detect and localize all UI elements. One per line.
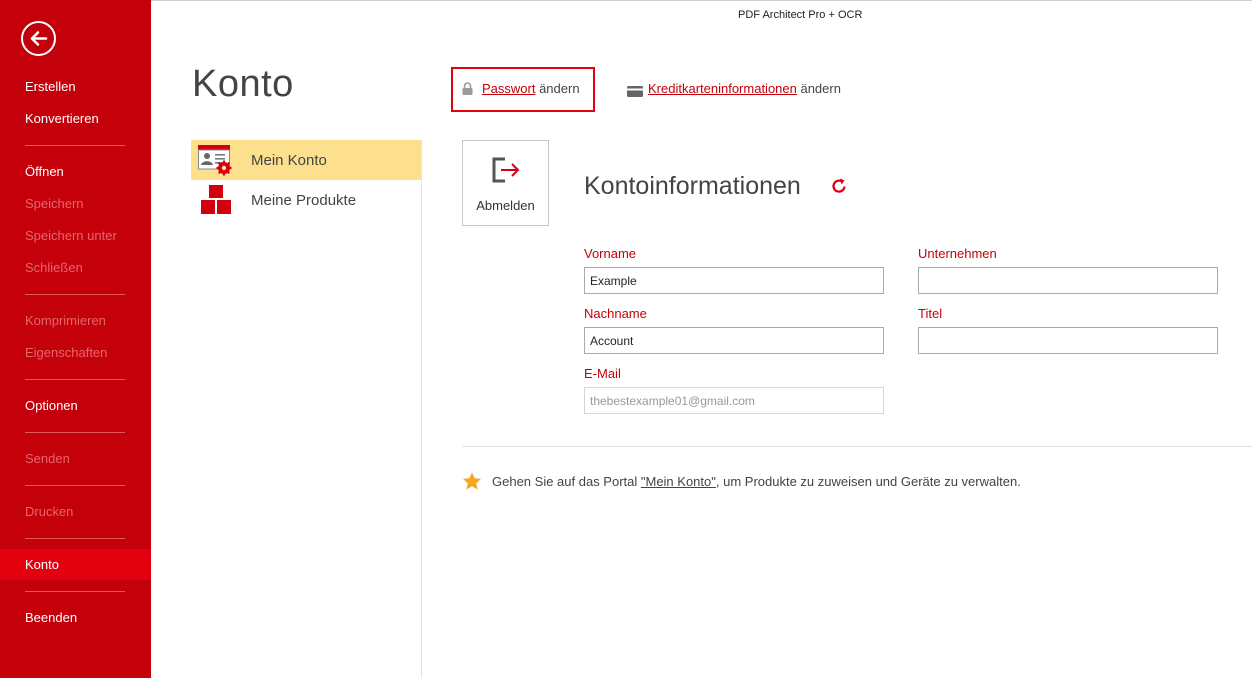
nachname-label: Nachname bbox=[584, 306, 647, 321]
logout-button[interactable]: Abmelden bbox=[462, 140, 549, 226]
sidebar-item-beenden[interactable]: Beenden bbox=[0, 603, 151, 633]
sidebar-item-schliessen: Schließen bbox=[25, 260, 83, 275]
unternehmen-label: Unternehmen bbox=[918, 246, 997, 261]
page-title: Konto bbox=[192, 63, 294, 105]
section-divider bbox=[462, 446, 1252, 447]
sidebar-divider bbox=[25, 294, 125, 295]
sidebar: Erstellen Konvertieren Öffnen Speichern … bbox=[0, 0, 151, 678]
sidebar-divider bbox=[25, 379, 125, 380]
sidebar-divider bbox=[25, 591, 125, 592]
sidebar-item-optionen[interactable]: Optionen bbox=[0, 391, 151, 421]
star-icon bbox=[462, 472, 482, 496]
nachname-field[interactable] bbox=[584, 327, 884, 354]
sidebar-divider bbox=[25, 432, 125, 433]
sidebar-item-komprimieren: Komprimieren bbox=[25, 313, 106, 328]
menu-item-label: Mein Konto bbox=[251, 152, 327, 169]
logout-icon bbox=[492, 157, 520, 183]
change-card-link[interactable]: Kreditkarteninformationen bbox=[648, 81, 797, 96]
mein-konto-portal-link[interactable]: "Mein Konto" bbox=[641, 474, 716, 489]
unternehmen-field[interactable] bbox=[918, 267, 1218, 294]
change-password-suffix: ändern bbox=[535, 81, 580, 96]
sidebar-item-konto[interactable]: Konto bbox=[0, 549, 151, 580]
sidebar-divider bbox=[25, 485, 125, 486]
sidebar-divider bbox=[25, 538, 125, 539]
sidebar-item-oeffnen[interactable]: Öffnen bbox=[0, 157, 151, 187]
logout-label: Abmelden bbox=[476, 198, 535, 213]
menu-item-meine-produkte[interactable]: Meine Produkte bbox=[191, 180, 421, 220]
portal-info-text: Gehen Sie auf das Portal "Mein Konto", u… bbox=[492, 474, 1021, 489]
vorname-field[interactable] bbox=[584, 267, 884, 294]
portal-info-prefix: Gehen Sie auf das Portal bbox=[492, 474, 641, 489]
menu-item-label: Meine Produkte bbox=[251, 192, 357, 209]
change-card-suffix: ändern bbox=[796, 81, 841, 96]
products-boxes-icon bbox=[197, 184, 233, 216]
change-password-row: Passwort ändern bbox=[482, 81, 580, 96]
sidebar-divider bbox=[25, 145, 125, 146]
vorname-label: Vorname bbox=[584, 246, 637, 261]
refresh-icon[interactable] bbox=[830, 177, 848, 200]
email-label: E-Mail bbox=[584, 366, 621, 381]
sidebar-item-drucken: Drucken bbox=[25, 504, 74, 519]
sidebar-item-konvertieren[interactable]: Konvertieren bbox=[0, 104, 151, 134]
top-border bbox=[151, 0, 1252, 1]
lock-icon bbox=[462, 82, 473, 100]
pane-divider bbox=[421, 140, 422, 678]
account-settings-icon bbox=[197, 144, 233, 176]
sidebar-item-speichern-unter: Speichern unter bbox=[25, 228, 117, 243]
sidebar-item-speichern: Speichern bbox=[25, 196, 84, 211]
back-arrow-icon[interactable] bbox=[21, 21, 56, 56]
sidebar-item-eigenschaften: Eigenschaften bbox=[25, 345, 108, 360]
credit-card-icon bbox=[627, 84, 643, 102]
titel-field[interactable] bbox=[918, 327, 1218, 354]
sidebar-item-erstellen[interactable]: Erstellen bbox=[0, 72, 151, 102]
menu-item-mein-konto[interactable]: Mein Konto bbox=[191, 140, 421, 180]
email-field bbox=[584, 387, 884, 414]
portal-info-suffix: , um Produkte zu zuweisen und Geräte zu … bbox=[715, 474, 1021, 489]
titel-label: Titel bbox=[918, 306, 943, 321]
sidebar-item-senden: Senden bbox=[25, 451, 70, 466]
change-password-link[interactable]: Passwort bbox=[482, 81, 535, 96]
change-card-row: Kreditkarteninformationen ändern bbox=[648, 81, 841, 96]
section-title: Kontoinformationen bbox=[584, 172, 801, 200]
app-title: PDF Architect Pro + OCR bbox=[738, 9, 863, 21]
